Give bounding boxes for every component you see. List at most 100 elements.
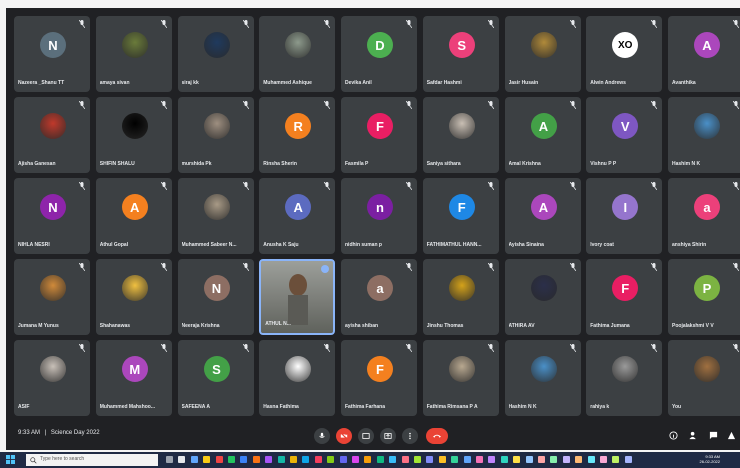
end-call-button[interactable] — [426, 428, 448, 444]
participant-tile[interactable]: Ajisha Ganesan — [14, 97, 90, 173]
taskbar-app-icon[interactable] — [476, 456, 483, 463]
participant-name: Athul Gopal — [99, 242, 129, 248]
participant-tile[interactable]: a anshiya Shirin — [668, 178, 740, 254]
taskbar-app-icon[interactable] — [314, 456, 322, 463]
taskbar-app-icon[interactable] — [265, 456, 273, 463]
taskbar-app-icon[interactable] — [600, 456, 607, 463]
chat-button[interactable] — [708, 430, 718, 440]
taskbar-app-icon[interactable] — [538, 456, 545, 463]
captions-button[interactable] — [358, 428, 374, 444]
taskbar-app-icon[interactable] — [203, 456, 211, 463]
participant-tile[interactable]: Jumana M Yunus — [14, 259, 90, 335]
participant-tile[interactable]: A Avanthika — [668, 16, 740, 92]
avatar-photo — [612, 356, 639, 382]
taskbar-app-icon[interactable] — [277, 456, 285, 463]
participant-tile[interactable]: F FATHIMATHUL HANN... — [422, 178, 499, 254]
participant-tile[interactable]: D Devika Anil — [341, 16, 417, 92]
participant-tile[interactable]: S Safdar Hashmi — [422, 16, 499, 92]
taskbar-app-icon[interactable] — [352, 456, 359, 463]
participant-tile[interactable]: M Muhammed Mahshoo... — [95, 340, 172, 416]
taskbar-app-icon[interactable] — [252, 456, 260, 463]
participant-tile[interactable]: Shahanawas — [95, 259, 172, 335]
taskbar-app-icon[interactable] — [215, 456, 223, 463]
participant-tile[interactable]: Hashim N K — [668, 97, 740, 173]
present-button[interactable] — [380, 428, 396, 444]
taskbar-app-icon[interactable] — [438, 456, 446, 463]
taskbar-app-icon[interactable] — [178, 456, 186, 463]
taskbar-app-icon[interactable] — [339, 456, 347, 463]
taskbar-app-icon[interactable] — [500, 456, 508, 463]
taskbar-app-icon[interactable] — [612, 456, 620, 463]
participant-tile[interactable]: murshida Pk — [177, 97, 254, 173]
taskbar-app-icon[interactable] — [190, 456, 198, 463]
taskbar-app-icon[interactable] — [488, 456, 496, 463]
taskbar-app-icon[interactable] — [228, 456, 235, 463]
participant-tile[interactable]: amaya sivan — [95, 16, 172, 92]
participant-tile[interactable]: Saniya sithara — [422, 97, 499, 173]
participant-tile[interactable]: S SAFEENA A — [177, 340, 254, 416]
participant-tile[interactable]: R Rinsha Sherin — [259, 97, 336, 173]
participant-tile[interactable]: Jasir Husain — [504, 16, 581, 92]
meeting-details-button[interactable] — [668, 430, 678, 440]
taskbar-clock[interactable]: 9:33 AM 26-02-2022 — [700, 454, 720, 464]
taskbar-app-icon[interactable] — [376, 456, 384, 463]
taskbar-app-icon[interactable] — [414, 456, 421, 463]
participant-tile[interactable]: rahiya k — [586, 340, 663, 416]
activities-button[interactable] — [726, 430, 736, 440]
participant-tile[interactable]: F Fasmila P — [341, 97, 417, 173]
taskbar-app-icon[interactable] — [550, 456, 558, 463]
taskbar-app-icon[interactable] — [575, 456, 583, 463]
taskbar-app-icon[interactable] — [290, 456, 297, 463]
avatar-photo — [121, 113, 148, 139]
taskbar-app-icon[interactable] — [587, 456, 595, 463]
participant-tile[interactable]: A Athul Gopal — [95, 178, 172, 254]
taskbar-app-icon[interactable] — [451, 456, 459, 463]
people-button[interactable] — [688, 430, 698, 440]
more-options-button[interactable] — [402, 428, 418, 444]
taskbar-app-icon[interactable] — [327, 456, 335, 463]
participant-tile[interactable]: F Fathima Farhana — [341, 340, 417, 416]
taskbar-app-icon[interactable] — [513, 456, 521, 463]
participant-tile[interactable]: A Amal Krishna — [504, 97, 581, 173]
participant-tile[interactable]: F Fathima Jumana — [586, 259, 663, 335]
taskbar-app-icon[interactable] — [240, 456, 248, 463]
participant-tile[interactable]: ATHIRA AV — [504, 259, 581, 335]
taskbar-app-icon[interactable] — [624, 456, 632, 463]
participant-tile[interactable]: Hasna Fathima — [259, 340, 336, 416]
participant-tile[interactable]: I Ivory coat — [586, 178, 663, 254]
taskbar-app-icon[interactable] — [389, 456, 397, 463]
participant-tile[interactable]: Muhammed Sabeer N... — [177, 178, 254, 254]
participant-tile[interactable]: siraj kk — [177, 16, 254, 92]
participant-tile[interactable]: Jinshu Thomas — [422, 259, 499, 335]
participant-tile[interactable]: N NIHLA NESRI — [14, 178, 90, 254]
taskbar-app-icon[interactable] — [562, 456, 570, 463]
participant-name: Poojalakshmi V V — [672, 323, 714, 329]
taskbar-app-icon[interactable] — [364, 456, 372, 463]
participant-tile[interactable]: Hashim N K — [504, 340, 581, 416]
participant-tile[interactable]: A Anusha K Saju — [259, 178, 336, 254]
taskbar-app-icon[interactable] — [463, 456, 471, 463]
participant-tile[interactable]: a ayisha shiban — [341, 259, 417, 335]
participant-tile[interactable]: N Neeraja Krishna — [177, 259, 254, 335]
participant-tile[interactable]: XO Alwin Andrews — [586, 16, 663, 92]
camera-button[interactable] — [336, 428, 352, 444]
taskbar-app-icon[interactable] — [426, 456, 434, 463]
taskbar-app-icon[interactable] — [525, 456, 533, 463]
participant-tile[interactable]: You — [668, 340, 740, 416]
taskbar-app-icon[interactable] — [302, 456, 310, 463]
participant-tile[interactable]: Muhammed Ashique — [259, 16, 336, 92]
participant-tile[interactable]: SHIFIN SHALU — [95, 97, 172, 173]
participant-tile[interactable]: N Nazeera _Shanu TT — [14, 16, 90, 92]
participant-tile[interactable]: ATHUL N... — [259, 259, 336, 335]
participant-tile[interactable]: ASIF — [14, 340, 90, 416]
taskbar-app-icon[interactable] — [166, 456, 173, 463]
taskbar-app-icon[interactable] — [401, 456, 409, 463]
participant-tile[interactable]: V Vishnu P P — [586, 97, 663, 173]
participant-tile[interactable]: Fathima Rimsana P A — [422, 340, 499, 416]
participant-tile[interactable]: n nidhin suman p — [341, 178, 417, 254]
participant-tile[interactable]: P Poojalakshmi V V — [668, 259, 740, 335]
windows-start-icon[interactable] — [6, 455, 15, 464]
microphone-button[interactable] — [314, 428, 330, 444]
taskbar-search-box[interactable]: Type here to search — [26, 454, 158, 466]
participant-tile[interactable]: A Ayisha Sinaina — [504, 178, 581, 254]
